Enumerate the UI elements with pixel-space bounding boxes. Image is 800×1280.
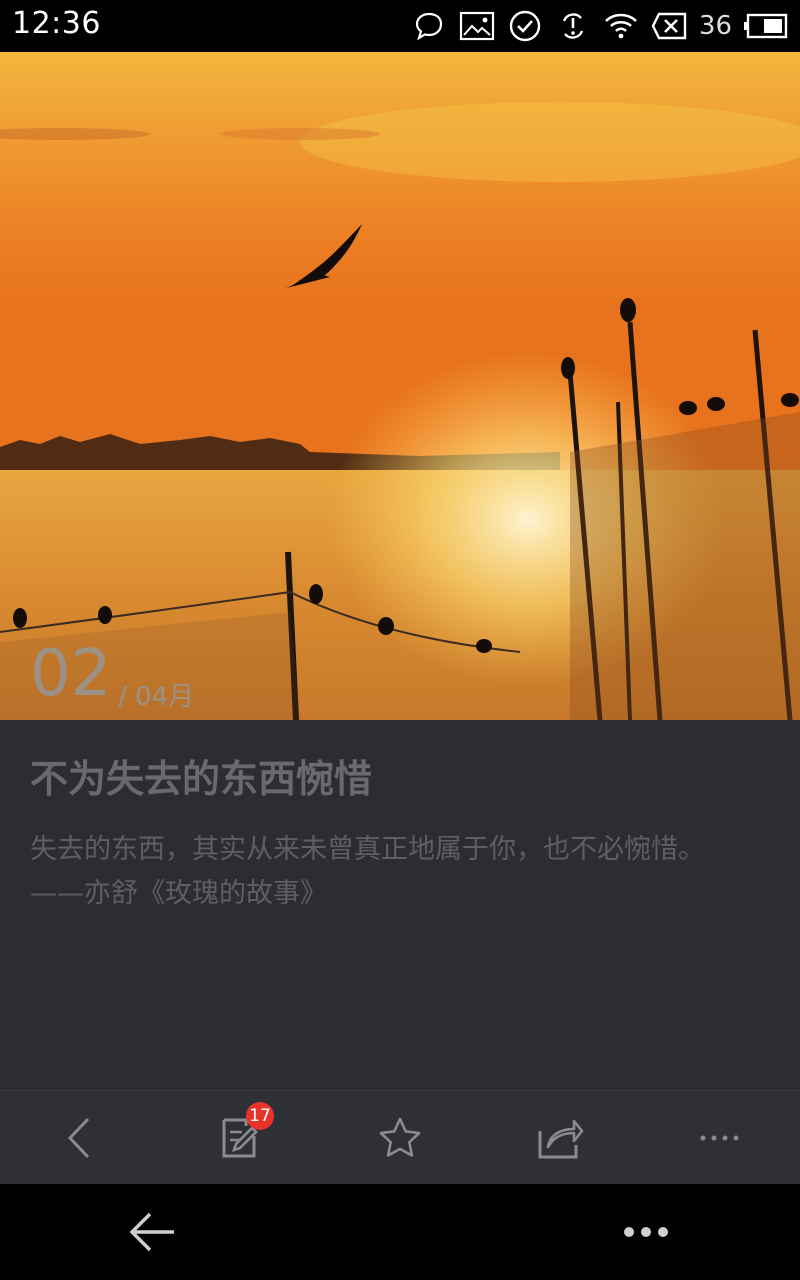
- image-icon: [459, 8, 495, 44]
- chat-bubble-icon: [411, 8, 447, 44]
- back-arrow-icon: [129, 1212, 174, 1252]
- date-day: 02: [30, 637, 112, 711]
- note-badge: 17: [246, 1102, 274, 1130]
- more-icon: [700, 1135, 739, 1141]
- back-button[interactable]: [0, 1091, 160, 1185]
- share-button[interactable]: [480, 1091, 640, 1185]
- article-title: 不为失去的东西惋惜: [30, 757, 373, 801]
- hero-image: 02 / 04月: [0, 52, 800, 720]
- wifi-icon: [603, 8, 639, 44]
- sunset-illustration: [0, 52, 800, 720]
- bottom-toolbar: [0, 1090, 800, 1185]
- system-menu-button[interactable]: [566, 1184, 726, 1280]
- date-month: / 04月: [118, 682, 195, 712]
- note-button[interactable]: [160, 1091, 320, 1185]
- system-nav-bar: [0, 1184, 800, 1280]
- status-icons: 36: [411, 6, 788, 46]
- check-circle-icon: [507, 8, 543, 44]
- battery-level: 36: [698, 11, 732, 41]
- system-back-button[interactable]: [72, 1184, 232, 1280]
- article-content: 不为失去的东西惋惜 失去的东西，其实从来未曾真正地属于你，也不必惋惜。——亦舒《…: [0, 720, 800, 1090]
- article-quote: 失去的东西，其实从来未曾真正地属于你，也不必惋惜。——亦舒《玫瑰的故事》: [30, 834, 705, 909]
- menu-dots-icon: [624, 1227, 668, 1237]
- sync-icon: [555, 8, 591, 44]
- no-signal-icon: [651, 8, 687, 44]
- more-button[interactable]: [640, 1091, 800, 1185]
- status-bar: 12:36 36: [0, 0, 800, 52]
- share-icon: [538, 1119, 584, 1159]
- favorite-button[interactable]: [320, 1091, 480, 1185]
- status-time: 12:36: [12, 6, 101, 41]
- back-icon: [67, 1117, 90, 1159]
- star-icon: [379, 1117, 421, 1157]
- battery-icon: [744, 8, 788, 44]
